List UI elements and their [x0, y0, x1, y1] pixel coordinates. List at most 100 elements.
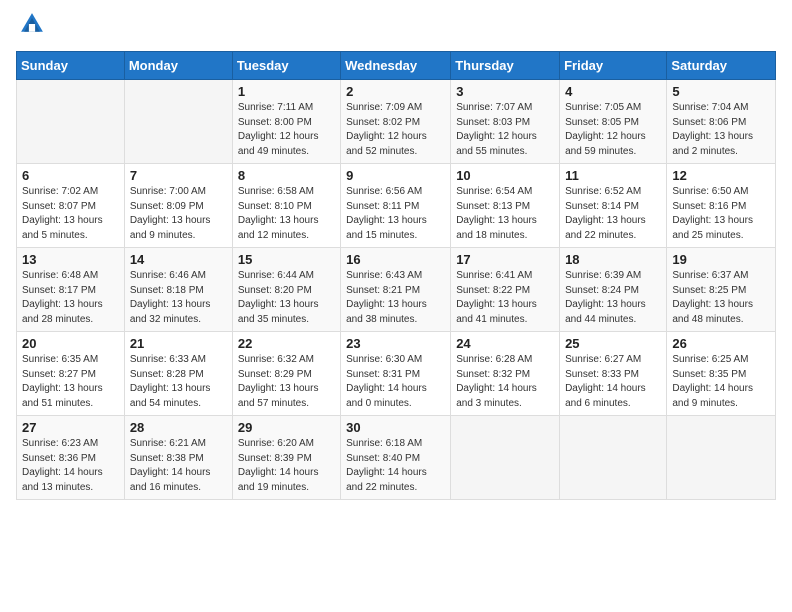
day-number: 23 — [346, 336, 445, 351]
day-number: 29 — [238, 420, 335, 435]
day-info: Sunrise: 7:00 AM Sunset: 8:09 PM Dayligh… — [130, 185, 227, 243]
logo — [16, 10, 50, 43]
day-cell: 10Sunrise: 6:54 AM Sunset: 8:13 PM Dayli… — [451, 164, 560, 248]
day-cell: 24 Sunrise: 6:28 AM Sunset: 8:32 PM Dayli… — [451, 332, 560, 416]
day-info: Sunrise: 7:09 AM Sunset: 8:02 PM Dayligh… — [346, 101, 445, 159]
day-info: Sunrise: 6:46 AM Sunset: 8:18 PM Dayligh… — [130, 269, 227, 327]
day-cell: 6Sunrise: 7:02 AM Sunset: 8:07 PM Daylig… — [17, 164, 125, 248]
day-cell: 14 Sunrise: 6:46 AM Sunset: 8:18 PM Dayli… — [124, 248, 232, 332]
day-number: 15 — [238, 252, 335, 267]
day-info: Sunrise: 6:30 AM Sunset: 8:31 PM Dayligh… — [346, 353, 445, 411]
day-number: 22 — [238, 336, 335, 351]
day-cell — [17, 80, 125, 164]
day-info: Sunrise: 6:52 AM Sunset: 8:14 PM Dayligh… — [565, 185, 661, 243]
day-info: Sunrise: 6:43 AM Sunset: 8:21 PM Dayligh… — [346, 269, 445, 327]
day-number: 13 — [22, 252, 119, 267]
day-info: Sunrise: 6:39 AM Sunset: 8:24 PM Dayligh… — [565, 269, 661, 327]
day-number: 18 — [565, 252, 661, 267]
day-cell: 7 Sunrise: 7:00 AM Sunset: 8:09 PM Daylig… — [124, 164, 232, 248]
day-number: 27 — [22, 420, 119, 435]
day-cell: 17 Sunrise: 6:41 AM Sunset: 8:22 PM Dayli… — [451, 248, 560, 332]
day-cell — [451, 416, 560, 500]
day-cell — [667, 416, 776, 500]
calendar-table: SundayMondayTuesdayWednesdayThursdayFrid… — [16, 51, 776, 500]
day-info: Sunrise: 7:07 AM Sunset: 8:03 PM Dayligh… — [456, 101, 554, 159]
day-number: 26 — [672, 336, 770, 351]
day-info: Sunrise: 6:35 AM Sunset: 8:27 PM Dayligh… — [22, 353, 119, 411]
header — [16, 10, 776, 43]
day-number: 17 — [456, 252, 554, 267]
week-row-3: 13 Sunrise: 6:48 AM Sunset: 8:17 PM Dayli… — [17, 248, 776, 332]
day-info: Sunrise: 6:25 AM Sunset: 8:35 PM Dayligh… — [672, 353, 770, 411]
day-info: Sunrise: 6:56 AM Sunset: 8:11 PM Dayligh… — [346, 185, 445, 243]
day-info: Sunrise: 6:58 AM Sunset: 8:10 PM Dayligh… — [238, 185, 335, 243]
day-info: Sunrise: 6:27 AM Sunset: 8:33 PM Dayligh… — [565, 353, 661, 411]
day-cell: 21 Sunrise: 6:33 AM Sunset: 8:28 PM Dayli… — [124, 332, 232, 416]
day-cell: 11 Sunrise: 6:52 AM Sunset: 8:14 PM Dayli… — [560, 164, 667, 248]
day-cell: 25 Sunrise: 6:27 AM Sunset: 8:33 PM Dayli… — [560, 332, 667, 416]
calendar-header-row: SundayMondayTuesdayWednesdayThursdayFrid… — [17, 52, 776, 80]
day-cell: 12 Sunrise: 6:50 AM Sunset: 8:16 PM Dayli… — [667, 164, 776, 248]
day-cell: 29 Sunrise: 6:20 AM Sunset: 8:39 PM Dayli… — [232, 416, 340, 500]
col-header-saturday: Saturday — [667, 52, 776, 80]
day-cell: 18 Sunrise: 6:39 AM Sunset: 8:24 PM Dayli… — [560, 248, 667, 332]
day-info: Sunrise: 7:04 AM Sunset: 8:06 PM Dayligh… — [672, 101, 770, 159]
day-number: 7 — [130, 168, 227, 183]
day-info: Sunrise: 6:21 AM Sunset: 8:38 PM Dayligh… — [130, 437, 227, 495]
day-number: 2 — [346, 84, 445, 99]
day-cell: 4 Sunrise: 7:05 AM Sunset: 8:05 PM Daylig… — [560, 80, 667, 164]
day-info: Sunrise: 6:18 AM Sunset: 8:40 PM Dayligh… — [346, 437, 445, 495]
day-cell: 1 Sunrise: 7:11 AM Sunset: 8:00 PM Daylig… — [232, 80, 340, 164]
day-number: 28 — [130, 420, 227, 435]
day-info: Sunrise: 6:50 AM Sunset: 8:16 PM Dayligh… — [672, 185, 770, 243]
day-number: 20 — [22, 336, 119, 351]
day-cell: 2 Sunrise: 7:09 AM Sunset: 8:02 PM Daylig… — [341, 80, 451, 164]
day-info: Sunrise: 6:37 AM Sunset: 8:25 PM Dayligh… — [672, 269, 770, 327]
day-info: Sunrise: 6:33 AM Sunset: 8:28 PM Dayligh… — [130, 353, 227, 411]
day-info: Sunrise: 6:44 AM Sunset: 8:20 PM Dayligh… — [238, 269, 335, 327]
day-cell: 5 Sunrise: 7:04 AM Sunset: 8:06 PM Daylig… — [667, 80, 776, 164]
day-number: 9 — [346, 168, 445, 183]
day-number: 12 — [672, 168, 770, 183]
day-cell: 22Sunrise: 6:32 AM Sunset: 8:29 PM Dayli… — [232, 332, 340, 416]
day-number: 19 — [672, 252, 770, 267]
week-row-2: 6Sunrise: 7:02 AM Sunset: 8:07 PM Daylig… — [17, 164, 776, 248]
day-info: Sunrise: 6:20 AM Sunset: 8:39 PM Dayligh… — [238, 437, 335, 495]
week-row-1: 1 Sunrise: 7:11 AM Sunset: 8:00 PM Daylig… — [17, 80, 776, 164]
day-number: 25 — [565, 336, 661, 351]
day-number: 30 — [346, 420, 445, 435]
day-number: 4 — [565, 84, 661, 99]
day-cell: 30 Sunrise: 6:18 AM Sunset: 8:40 PM Dayli… — [341, 416, 451, 500]
day-info: Sunrise: 7:02 AM Sunset: 8:07 PM Dayligh… — [22, 185, 119, 243]
day-info: Sunrise: 7:05 AM Sunset: 8:05 PM Dayligh… — [565, 101, 661, 159]
day-cell: 28 Sunrise: 6:21 AM Sunset: 8:38 PM Dayli… — [124, 416, 232, 500]
day-info: Sunrise: 6:48 AM Sunset: 8:17 PM Dayligh… — [22, 269, 119, 327]
week-row-4: 20 Sunrise: 6:35 AM Sunset: 8:27 PM Dayli… — [17, 332, 776, 416]
day-number: 10 — [456, 168, 554, 183]
day-cell: 13 Sunrise: 6:48 AM Sunset: 8:17 PM Dayli… — [17, 248, 125, 332]
day-cell: 15 Sunrise: 6:44 AM Sunset: 8:20 PM Dayli… — [232, 248, 340, 332]
day-number: 1 — [238, 84, 335, 99]
day-info: Sunrise: 7:11 AM Sunset: 8:00 PM Dayligh… — [238, 101, 335, 159]
day-number: 21 — [130, 336, 227, 351]
day-cell: 19 Sunrise: 6:37 AM Sunset: 8:25 PM Dayli… — [667, 248, 776, 332]
day-cell — [560, 416, 667, 500]
page: SundayMondayTuesdayWednesdayThursdayFrid… — [0, 0, 792, 612]
day-cell: 8Sunrise: 6:58 AM Sunset: 8:10 PM Daylig… — [232, 164, 340, 248]
day-cell: 9 Sunrise: 6:56 AM Sunset: 8:11 PM Daylig… — [341, 164, 451, 248]
day-number: 3 — [456, 84, 554, 99]
day-cell — [124, 80, 232, 164]
col-header-friday: Friday — [560, 52, 667, 80]
day-info: Sunrise: 6:23 AM Sunset: 8:36 PM Dayligh… — [22, 437, 119, 495]
day-number: 14 — [130, 252, 227, 267]
col-header-sunday: Sunday — [17, 52, 125, 80]
day-number: 24 — [456, 336, 554, 351]
col-header-thursday: Thursday — [451, 52, 560, 80]
week-row-5: 27 Sunrise: 6:23 AM Sunset: 8:36 PM Dayli… — [17, 416, 776, 500]
day-info: Sunrise: 6:28 AM Sunset: 8:32 PM Dayligh… — [456, 353, 554, 411]
day-cell: 16Sunrise: 6:43 AM Sunset: 8:21 PM Dayli… — [341, 248, 451, 332]
day-number: 11 — [565, 168, 661, 183]
day-cell: 3 Sunrise: 7:07 AM Sunset: 8:03 PM Daylig… — [451, 80, 560, 164]
day-info: Sunrise: 6:41 AM Sunset: 8:22 PM Dayligh… — [456, 269, 554, 327]
day-number: 5 — [672, 84, 770, 99]
